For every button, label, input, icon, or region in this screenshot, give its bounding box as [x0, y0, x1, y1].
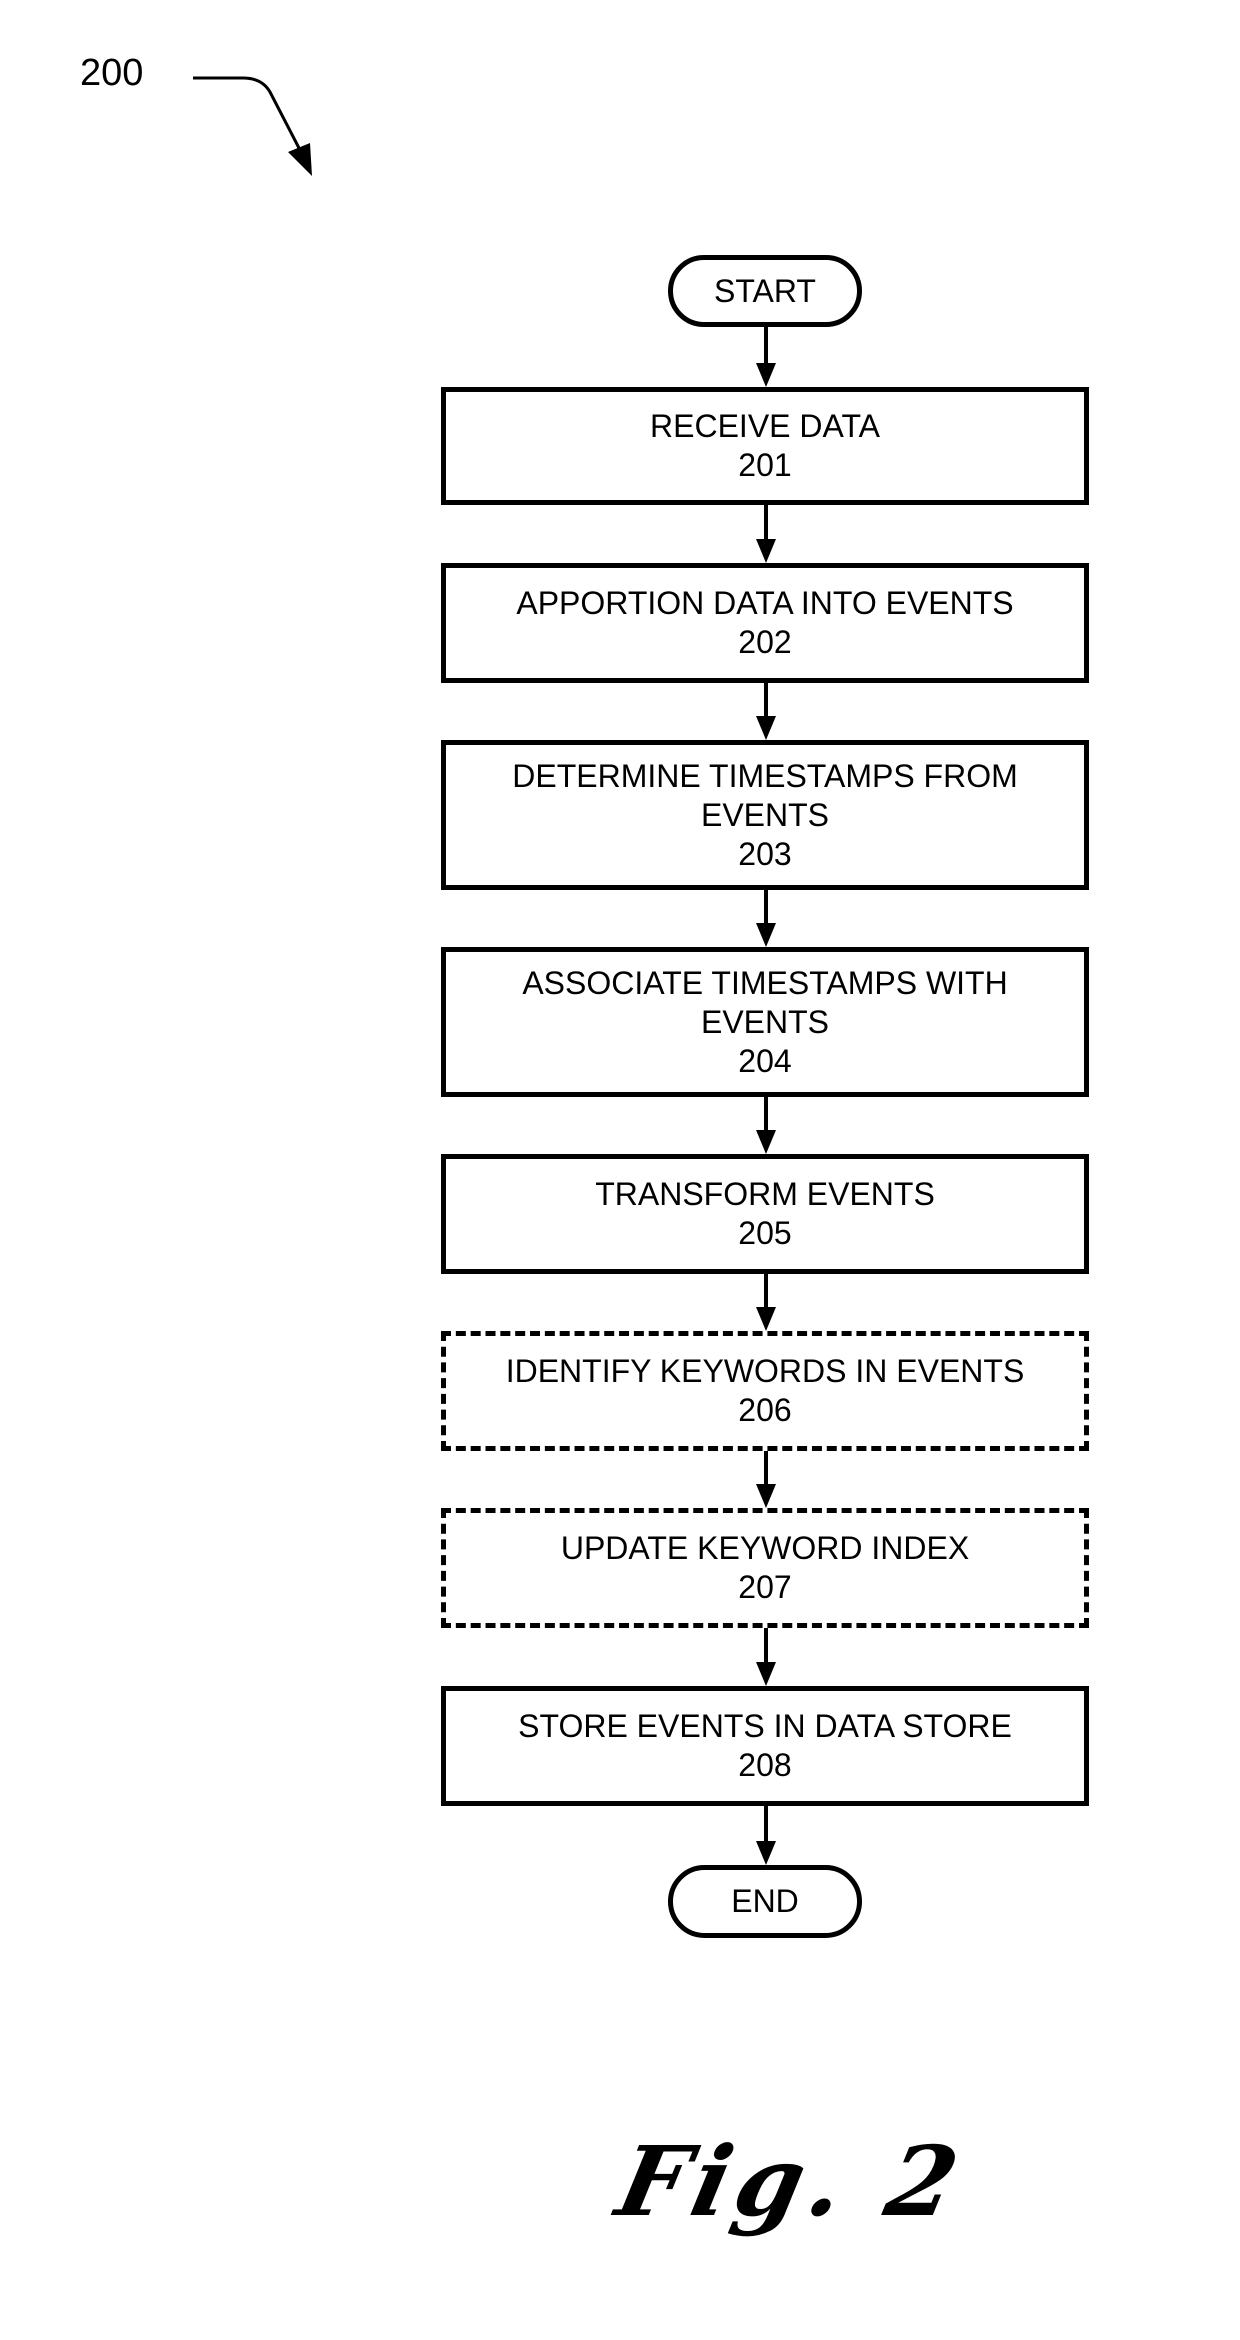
step-box-204: ASSOCIATE TIMESTAMPS WITH EVENTS 204	[441, 947, 1089, 1097]
figure-caption: Fig. 2	[607, 2125, 974, 2238]
step-number: 205	[738, 1215, 792, 1251]
step-box-205: TRANSFORM EVENTS 205	[441, 1154, 1089, 1274]
reference-leader-arrow	[193, 76, 312, 176]
arrow-head-icon	[756, 1841, 776, 1865]
step-label: RECEIVE DATA	[650, 408, 880, 444]
arrow-head-icon	[756, 1484, 776, 1508]
step-number: 206	[738, 1392, 792, 1428]
step-number: 207	[738, 1569, 792, 1605]
flow-arrow	[756, 1628, 776, 1686]
step-label: STORE EVENTS IN DATA STORE	[518, 1708, 1012, 1744]
step-label: TRANSFORM EVENTS	[595, 1176, 935, 1212]
end-label: END	[731, 1883, 799, 1919]
flow-arrow	[756, 890, 776, 947]
arrow-head-icon	[756, 363, 776, 387]
step-number: 201	[738, 447, 792, 483]
arrow-head-icon	[756, 716, 776, 740]
start-label: START	[714, 272, 816, 309]
flow-arrow	[756, 1451, 776, 1508]
step-box-208: STORE EVENTS IN DATA STORE 208	[441, 1686, 1089, 1806]
flow-arrow	[756, 327, 776, 387]
step-number: 203	[738, 835, 792, 872]
flow-arrow	[756, 1806, 776, 1865]
arrow-head-icon	[756, 923, 776, 947]
flow-arrow	[756, 1097, 776, 1154]
arrow-head-icon	[756, 1307, 776, 1331]
start-terminal: START	[668, 255, 862, 327]
step-label: UPDATE KEYWORD INDEX	[560, 1530, 970, 1566]
flow-arrow	[756, 505, 776, 563]
flow-arrow	[756, 683, 776, 740]
step-box-203: DETERMINE TIMESTAMPS FROM EVENTS 203	[441, 740, 1089, 890]
step-label: ASSOCIATE TIMESTAMPS WITH EVENTS	[522, 964, 1008, 1040]
step-number: 204	[738, 1042, 792, 1079]
flow-arrow	[756, 1274, 776, 1331]
arrow-head-icon	[756, 1130, 776, 1154]
step-box-207: UPDATE KEYWORD INDEX 207	[441, 1508, 1089, 1628]
step-box-202: APPORTION DATA INTO EVENTS 202	[441, 563, 1089, 683]
step-label: DETERMINE TIMESTAMPS FROM EVENTS	[512, 757, 1018, 833]
end-terminal: END	[668, 1865, 862, 1938]
arrow-head-icon	[756, 539, 776, 563]
step-box-201: RECEIVE DATA 201	[441, 387, 1089, 505]
arrow-head-icon	[756, 1662, 776, 1686]
step-label: IDENTIFY KEYWORDS IN EVENTS	[505, 1353, 1025, 1389]
step-box-206: IDENTIFY KEYWORDS IN EVENTS 206	[441, 1331, 1089, 1451]
step-number: 202	[738, 624, 792, 660]
step-number: 208	[738, 1747, 792, 1783]
step-label: APPORTION DATA INTO EVENTS	[516, 585, 1014, 621]
